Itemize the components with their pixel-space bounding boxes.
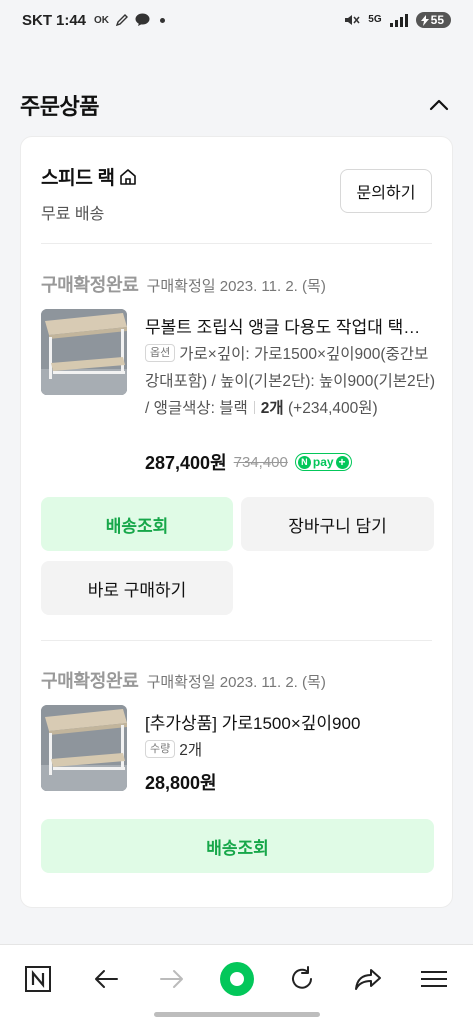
option-tag: 옵션 bbox=[145, 344, 176, 362]
battery-indicator: 55 bbox=[415, 12, 451, 28]
price: 28,800원 bbox=[145, 773, 217, 793]
section-title: 주문상품 bbox=[20, 94, 99, 119]
table-product-image bbox=[41, 309, 127, 395]
signal-icon bbox=[389, 13, 408, 27]
order-status-line: 구매확정완료 구매확정일 2023. 11. 2. (목) bbox=[41, 667, 326, 693]
extra-price: (+234,400원) bbox=[288, 400, 378, 417]
charging-icon bbox=[420, 14, 429, 26]
track-delivery-button[interactable]: 배송조회 bbox=[41, 497, 233, 551]
pen-icon bbox=[115, 14, 129, 27]
price-row: 28,800원 bbox=[145, 769, 217, 795]
share-icon bbox=[355, 969, 381, 990]
store-home-icon bbox=[119, 168, 136, 185]
divider bbox=[41, 640, 432, 641]
notification-icons: OK bbox=[94, 13, 166, 27]
inquiry-button[interactable]: 문의하기 bbox=[340, 169, 432, 213]
confirm-date: 구매확정일 2023. 11. 2. (목) bbox=[146, 278, 326, 295]
menu-button[interactable] bbox=[414, 959, 454, 999]
arrow-left-icon bbox=[95, 970, 118, 988]
order-status-line: 구매확정완료 구매확정일 2023. 11. 2. (목) bbox=[41, 271, 326, 297]
product-thumbnail[interactable] bbox=[41, 705, 127, 791]
hamburger-menu-icon bbox=[421, 971, 447, 987]
original-price: 734,400 bbox=[233, 453, 288, 471]
network-type: 5G bbox=[368, 14, 382, 25]
quantity-tag: 수량 bbox=[145, 740, 176, 758]
naver-home-button[interactable] bbox=[18, 959, 58, 999]
track-delivery-button[interactable]: 배송조회 bbox=[41, 819, 434, 873]
back-button[interactable] bbox=[86, 959, 126, 999]
naver-n-icon bbox=[25, 966, 51, 992]
separator bbox=[253, 401, 255, 414]
talk-icon bbox=[135, 13, 150, 26]
product-quantity-row: 수량 2개 bbox=[145, 737, 436, 764]
share-button[interactable] bbox=[348, 959, 388, 999]
product-name[interactable]: [추가상품] 가로1500×깊이900 bbox=[145, 709, 432, 734]
chevron-up-icon bbox=[429, 99, 449, 111]
green-dot-button[interactable] bbox=[217, 959, 257, 999]
product-thumbnail[interactable] bbox=[41, 309, 127, 395]
npay-label: pay bbox=[312, 455, 334, 469]
system-icons: 5G 55 bbox=[344, 12, 451, 28]
order-items-header: 주문상품 bbox=[20, 88, 453, 122]
forward-button[interactable] bbox=[152, 959, 192, 999]
table-product-image bbox=[41, 705, 127, 791]
collapse-button[interactable] bbox=[425, 91, 453, 119]
price: 287,400원 bbox=[145, 453, 227, 473]
green-dot-icon bbox=[220, 962, 254, 996]
confirm-date: 구매확정일 2023. 11. 2. (목) bbox=[146, 674, 326, 691]
refresh-icon bbox=[292, 966, 312, 989]
quantity: 2개 bbox=[260, 400, 284, 417]
status-bar: SKT 1:44 OK 5G 55 bbox=[0, 0, 473, 40]
price-row: 287,400원 734,400 N pay + bbox=[145, 449, 352, 475]
ok-icon: OK bbox=[94, 14, 110, 26]
arrow-right-icon bbox=[160, 970, 183, 988]
product-options: 옵션 가로×깊이: 가로1500×깊이900(중간보강대포함) / 높이(기본2단… bbox=[145, 341, 436, 422]
refresh-button[interactable] bbox=[282, 959, 322, 999]
order-status: 구매확정완료 bbox=[41, 275, 139, 295]
quantity: 2개 bbox=[179, 742, 203, 759]
order-status: 구매확정완료 bbox=[41, 671, 139, 691]
clock: 1:44 bbox=[56, 11, 87, 29]
naver-n-icon: N bbox=[297, 455, 311, 469]
battery-level: 55 bbox=[430, 13, 444, 27]
divider bbox=[41, 243, 432, 244]
plus-icon: + bbox=[335, 455, 349, 469]
npay-badge: N pay + bbox=[294, 453, 352, 471]
add-to-cart-button[interactable]: 장바구니 담기 bbox=[241, 497, 434, 551]
store-row: 스피드 랙 무료 배송 문의하기 bbox=[41, 163, 432, 223]
store-name: 스피드 랙 bbox=[41, 168, 115, 189]
product-name[interactable]: 무볼트 조립식 앵글 다용도 작업대 택배 선반 bbox=[145, 313, 432, 338]
mute-icon bbox=[345, 15, 360, 25]
buy-now-button[interactable]: 바로 구매하기 bbox=[41, 561, 233, 615]
carrier-label: SKT bbox=[22, 11, 52, 29]
more-notifications-dot bbox=[160, 17, 166, 23]
order-card: 스피드 랙 무료 배송 문의하기 구매확정완료 구매확정일 2023. 11. … bbox=[20, 136, 453, 908]
home-indicator[interactable] bbox=[154, 1012, 320, 1017]
